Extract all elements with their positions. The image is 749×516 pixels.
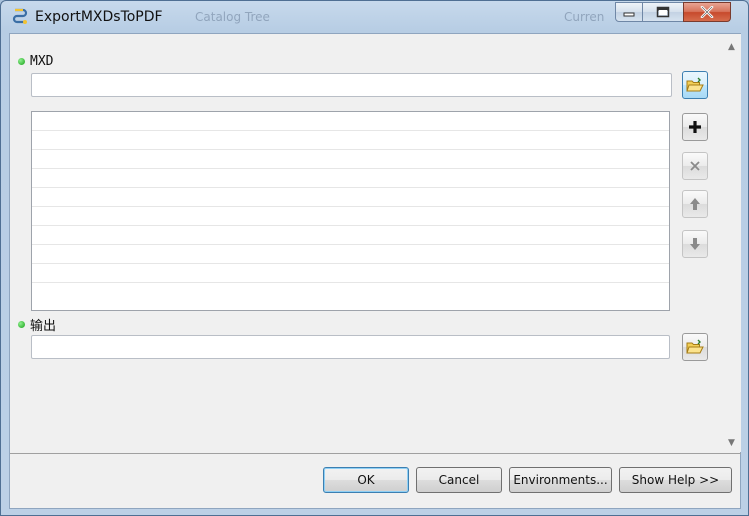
window-title: ExportMXDsToPDF: [35, 9, 163, 25]
x-icon: [690, 161, 700, 171]
dialog-window: ExportMXDsToPDF Catalog Tree Curren MXD: [0, 0, 749, 516]
open-folder-icon: [686, 339, 704, 354]
background-window-title: Curren: [564, 10, 605, 24]
list-item[interactable]: [32, 112, 669, 131]
move-down-button[interactable]: [682, 230, 708, 258]
list-item[interactable]: [32, 188, 669, 207]
mxd-label-text: MXD: [30, 54, 54, 69]
output-label-text: 输出: [30, 319, 57, 334]
dialog-client-area: MXD 输出 ▲ ▼ OK Cancel Environments... Sho…: [9, 33, 741, 509]
button-area-divider: [10, 453, 741, 454]
maximize-icon: [656, 6, 670, 18]
output-input[interactable]: [31, 335, 670, 359]
required-indicator-icon: [18, 58, 25, 65]
arrow-up-icon: [690, 198, 700, 210]
list-item[interactable]: [32, 264, 669, 283]
arrow-down-icon: [690, 238, 700, 250]
remove-button[interactable]: [682, 152, 708, 180]
minimize-button[interactable]: [615, 2, 643, 22]
scroll-down-arrow-icon[interactable]: ▼: [728, 438, 735, 448]
minimize-icon: [623, 12, 635, 17]
mxd-browse-button[interactable]: [682, 71, 708, 99]
add-button[interactable]: [682, 113, 708, 141]
close-icon: [700, 6, 714, 18]
show-help-button[interactable]: Show Help >>: [619, 467, 732, 493]
mxd-input[interactable]: [31, 73, 672, 97]
parameters-panel[interactable]: MXD 输出 ▲ ▼: [10, 34, 741, 452]
list-item[interactable]: [32, 283, 669, 302]
title-bar[interactable]: ExportMXDsToPDF Catalog Tree Curren: [1, 1, 748, 33]
output-label: 输出: [18, 315, 56, 334]
list-item[interactable]: [32, 207, 669, 226]
move-up-button[interactable]: [682, 190, 708, 218]
list-item[interactable]: [32, 169, 669, 188]
mxd-list[interactable]: [31, 111, 670, 311]
list-item[interactable]: [32, 226, 669, 245]
vertical-scrollbar[interactable]: ▲ ▼: [725, 34, 741, 452]
plus-icon: [689, 121, 701, 133]
close-button[interactable]: [683, 2, 731, 22]
background-window-title: Catalog Tree: [195, 10, 270, 24]
python-script-icon: [12, 8, 28, 24]
list-item[interactable]: [32, 245, 669, 264]
mxd-label: MXD: [18, 54, 53, 69]
maximize-button[interactable]: [642, 2, 684, 22]
scroll-up-arrow-icon[interactable]: ▲: [728, 42, 735, 52]
list-item[interactable]: [32, 150, 669, 169]
cancel-button[interactable]: Cancel: [416, 467, 502, 493]
environments-button[interactable]: Environments...: [509, 467, 612, 493]
open-folder-icon: [686, 77, 704, 92]
required-indicator-icon: [18, 321, 25, 328]
ok-button[interactable]: OK: [323, 467, 409, 493]
list-item[interactable]: [32, 131, 669, 150]
output-browse-button[interactable]: [682, 333, 708, 361]
